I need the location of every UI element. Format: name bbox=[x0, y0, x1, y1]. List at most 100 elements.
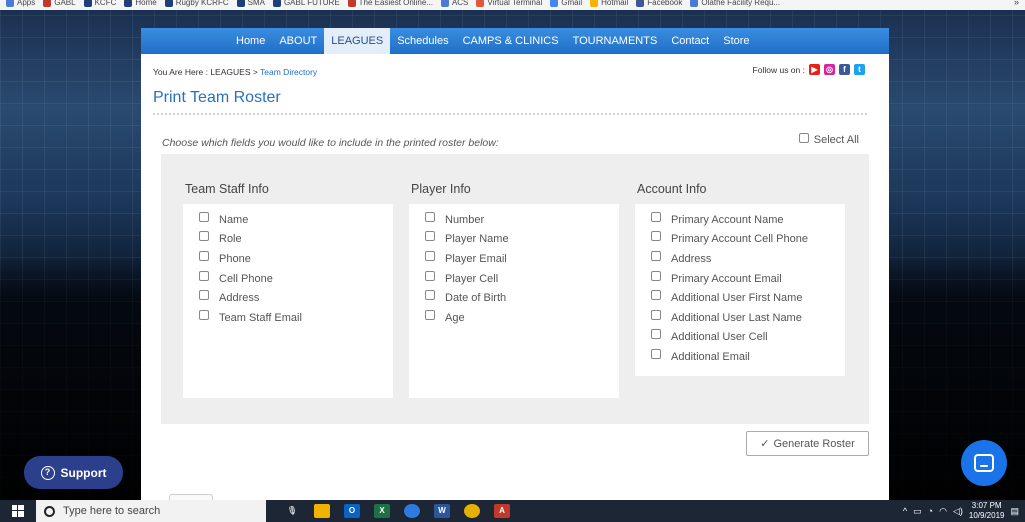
bookmark-item[interactable]: GABL bbox=[43, 0, 76, 8]
facebook-icon[interactable]: f bbox=[839, 64, 850, 75]
bookmark-item[interactable]: Rugby KCRFC bbox=[164, 0, 229, 8]
bookmark-item[interactable]: GABL FUTURE bbox=[272, 0, 340, 8]
bookmark-item[interactable]: Apps bbox=[6, 0, 35, 8]
taskbar-search-box[interactable]: Type here to search bbox=[36, 500, 266, 522]
field-checkbox[interactable] bbox=[199, 211, 209, 222]
field-checkbox[interactable] bbox=[425, 309, 435, 320]
field-checkbox[interactable] bbox=[425, 231, 435, 242]
youtube-icon[interactable]: ▶ bbox=[809, 64, 820, 75]
word-icon[interactable]: W bbox=[434, 504, 450, 518]
battery-icon[interactable]: ▭ bbox=[913, 506, 922, 517]
field-option[interactable]: Primary Account Cell Phone bbox=[651, 230, 845, 250]
field-checkbox[interactable] bbox=[199, 290, 209, 301]
file-explorer-icon[interactable] bbox=[314, 504, 330, 518]
field-checkbox[interactable] bbox=[425, 211, 435, 222]
field-checkbox[interactable] bbox=[651, 231, 661, 242]
field-option[interactable]: Additional Email bbox=[651, 347, 845, 367]
field-option[interactable]: Player Name bbox=[425, 230, 619, 250]
field-checkbox[interactable] bbox=[425, 270, 435, 281]
chrome-icon[interactable] bbox=[464, 504, 480, 518]
breadcrumb-current-link[interactable]: Team Directory bbox=[260, 67, 317, 77]
generate-roster-label: Generate Roster bbox=[773, 437, 855, 450]
bookmark-item[interactable]: Facebook bbox=[636, 0, 682, 8]
field-checkbox[interactable] bbox=[199, 250, 209, 261]
field-option[interactable]: Date of Birth bbox=[425, 288, 619, 308]
bookmark-item[interactable]: ACS bbox=[440, 0, 468, 8]
outlook-icon[interactable]: O bbox=[344, 504, 360, 518]
bookmarks-more-icon[interactable]: » bbox=[1014, 0, 1019, 7]
network-icon[interactable]: ◔ bbox=[928, 506, 933, 516]
field-checkbox[interactable] bbox=[651, 348, 661, 359]
field-checkbox[interactable] bbox=[651, 329, 661, 340]
nav-item-store[interactable]: Store bbox=[716, 28, 756, 54]
field-checkbox[interactable] bbox=[199, 309, 209, 320]
field-checkbox[interactable] bbox=[651, 250, 661, 261]
bookmark-label: Virtual Terminal bbox=[487, 0, 543, 7]
field-option[interactable]: Primary Account Name bbox=[651, 210, 845, 230]
field-option[interactable]: Player Email bbox=[425, 249, 619, 269]
wifi-icon[interactable]: ◠ bbox=[939, 506, 947, 517]
notifications-icon[interactable]: ▤ bbox=[1010, 506, 1019, 517]
taskbar-clock[interactable]: 3:07 PM 10/9/2019 bbox=[969, 501, 1005, 521]
select-all-label: Select All bbox=[813, 134, 859, 146]
bookmark-item[interactable]: SMA bbox=[236, 0, 265, 8]
twitter-icon[interactable]: t bbox=[854, 64, 865, 75]
chat-launcher-button[interactable] bbox=[961, 440, 1007, 486]
volume-icon[interactable]: ◁) bbox=[953, 506, 963, 517]
microphone-icon[interactable]: 🎙 bbox=[284, 504, 300, 518]
field-option[interactable]: Cell Phone bbox=[199, 269, 393, 289]
app-icon[interactable] bbox=[404, 504, 420, 518]
field-option[interactable]: Role bbox=[199, 230, 393, 250]
select-all-box[interactable] bbox=[798, 133, 809, 143]
windows-start-button[interactable] bbox=[0, 500, 36, 522]
excel-icon[interactable]: X bbox=[374, 504, 390, 518]
field-checkbox[interactable] bbox=[651, 211, 661, 222]
follow-label: Follow us on : bbox=[752, 64, 805, 75]
bookmark-item[interactable]: KCFC bbox=[83, 0, 116, 8]
field-option[interactable]: Additional User First Name bbox=[651, 288, 845, 308]
tray-chevron-icon[interactable]: ^ bbox=[903, 506, 907, 516]
field-option[interactable]: Phone bbox=[199, 249, 393, 269]
nav-item-contact[interactable]: Contact bbox=[664, 28, 716, 54]
generate-roster-button[interactable]: ✓ Generate Roster bbox=[746, 431, 869, 456]
support-button[interactable]: ? Support bbox=[24, 456, 123, 489]
bookmark-item[interactable]: Gmail bbox=[550, 0, 582, 8]
field-checkbox[interactable] bbox=[651, 309, 661, 320]
field-checkbox[interactable] bbox=[425, 290, 435, 301]
field-option[interactable]: Age bbox=[425, 308, 619, 328]
nav-item-leagues[interactable]: LEAGUES bbox=[324, 28, 391, 54]
windows-logo-icon bbox=[12, 505, 24, 517]
field-checkbox[interactable] bbox=[199, 231, 209, 242]
field-label: Additional User First Name bbox=[671, 292, 803, 305]
field-option[interactable]: Name bbox=[199, 210, 393, 230]
field-checkbox[interactable] bbox=[651, 290, 661, 301]
nav-item-tournaments[interactable]: TOURNAMENTS bbox=[566, 28, 665, 54]
field-option[interactable]: Team Staff Email bbox=[199, 308, 393, 328]
field-option[interactable]: Additional User Cell bbox=[651, 328, 845, 348]
bookmark-icon bbox=[164, 0, 173, 7]
bookmark-item[interactable]: Hotmail bbox=[590, 0, 628, 8]
select-all-checkbox[interactable]: Select All bbox=[798, 133, 859, 146]
field-label: Number bbox=[445, 213, 485, 226]
nav-item-about[interactable]: ABOUT bbox=[272, 28, 324, 54]
nav-item-camps-clinics[interactable]: CAMPS & CLINICS bbox=[456, 28, 566, 54]
nav-item-home[interactable]: Home bbox=[229, 28, 272, 54]
bookmark-item[interactable]: The Easiest Online... bbox=[347, 0, 433, 8]
field-checkbox[interactable] bbox=[199, 270, 209, 281]
field-option[interactable]: Player Cell bbox=[425, 269, 619, 289]
field-checkbox[interactable] bbox=[651, 270, 661, 281]
bookmark-item[interactable]: Olathe Facility Requ... bbox=[690, 0, 780, 8]
nav-item-schedules[interactable]: Schedules bbox=[390, 28, 455, 54]
field-checkbox[interactable] bbox=[425, 250, 435, 261]
field-option[interactable]: Number bbox=[425, 210, 619, 230]
bookmark-item[interactable]: Virtual Terminal bbox=[476, 0, 542, 8]
field-option[interactable]: Additional User Last Name bbox=[651, 308, 845, 328]
acrobat-icon[interactable]: A bbox=[494, 504, 510, 518]
instagram-icon[interactable]: ◎ bbox=[824, 64, 835, 75]
fields-area: Team Staff Info Name Role Phone Cell Phone Ad… bbox=[161, 154, 869, 424]
bookmark-label: Olathe Facility Requ... bbox=[701, 0, 781, 7]
bookmark-item[interactable]: Home bbox=[124, 0, 157, 8]
field-option[interactable]: Address bbox=[651, 249, 845, 269]
field-option[interactable]: Address bbox=[199, 288, 393, 308]
field-option[interactable]: Primary Account Email bbox=[651, 269, 845, 289]
